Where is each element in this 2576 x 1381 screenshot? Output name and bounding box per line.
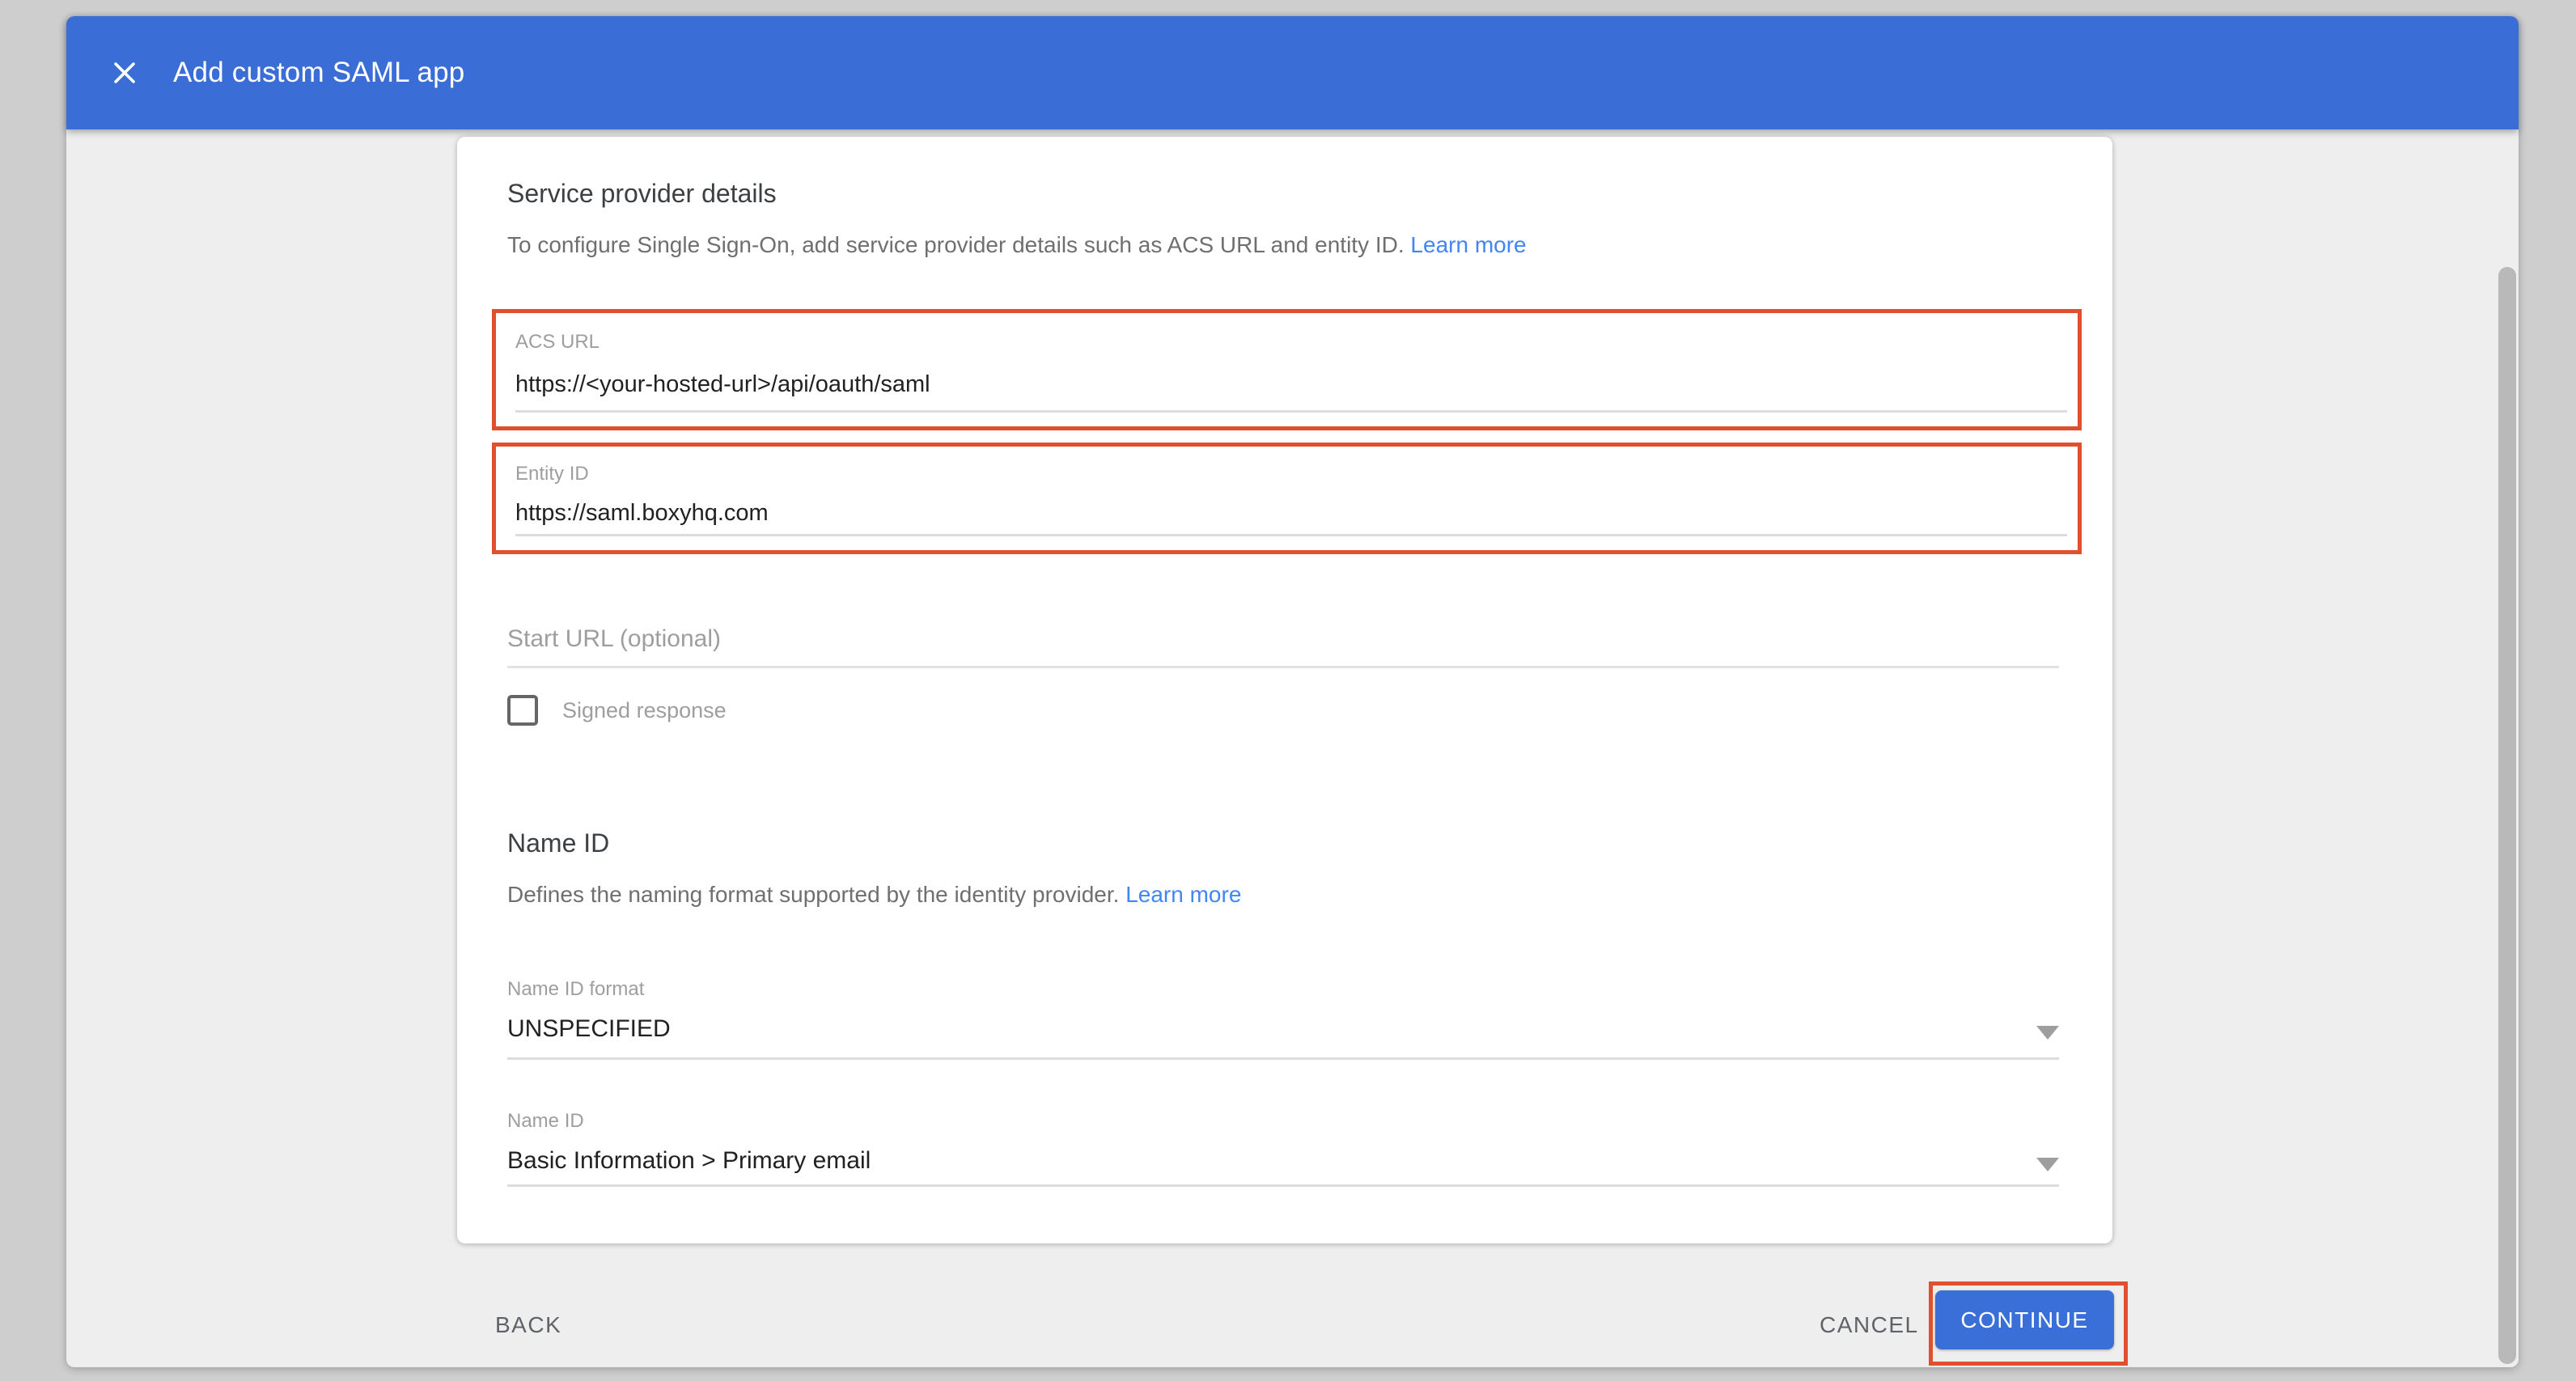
name-id-format-underline [507,1057,2059,1060]
continue-button[interactable]: CONTINUE [1935,1290,2114,1349]
acs-url-input[interactable]: https://<your-hosted-url>/api/oauth/saml [515,371,930,398]
entity-id-input[interactable]: https://saml.boxyhq.com [515,500,769,527]
name-id-format-dropdown-arrow-icon[interactable] [2036,1026,2059,1040]
learn-more-link-name-id[interactable]: Learn more [1125,882,1241,907]
entity-id-highlight-box: Entity ID https://saml.boxyhq.com [492,443,2082,554]
acs-url-highlight-box: ACS URL https://<your-hosted-url>/api/oa… [492,309,2082,430]
close-icon[interactable] [107,55,142,91]
signed-response-checkbox[interactable] [507,695,538,726]
name-id-format-select[interactable]: UNSPECIFIED [507,1015,671,1043]
name-id-select[interactable]: Basic Information > Primary email [507,1147,871,1175]
start-url-underline [507,666,2059,668]
service-provider-description-text: To configure Single Sign-On, add service… [507,232,1405,257]
start-url-input[interactable]: Start URL (optional) [507,625,721,653]
content-card: Service provider details To configure Si… [457,137,2112,1243]
back-button[interactable]: BACK [495,1312,561,1338]
dialog-header: Add custom SAML app [66,16,2519,129]
dialog-scrollbar[interactable] [2498,267,2516,1364]
section-description-service-provider: To configure Single Sign-On, add service… [507,232,1527,258]
learn-more-link-service-provider[interactable]: Learn more [1410,232,1526,257]
signed-response-label: Signed response [562,698,727,723]
cancel-button[interactable]: CANCEL [1820,1312,1919,1338]
signed-response-row: Signed response [507,695,727,726]
name-id-format-label: Name ID format [507,978,644,1001]
section-title-service-provider: Service provider details [507,179,777,209]
entity-id-underline [515,534,2067,536]
name-id-underline [507,1184,2059,1187]
acs-url-label: ACS URL [515,331,600,354]
name-id-label: Name ID [507,1110,584,1133]
entity-id-label: Entity ID [515,463,589,485]
section-title-name-id: Name ID [507,828,609,858]
acs-url-underline [515,410,2067,413]
section-description-name-id: Defines the naming format supported by t… [507,882,1241,908]
name-id-description-text: Defines the naming format supported by t… [507,882,1119,907]
dialog-title: Add custom SAML app [173,57,464,89]
name-id-dropdown-arrow-icon[interactable] [2036,1158,2059,1171]
